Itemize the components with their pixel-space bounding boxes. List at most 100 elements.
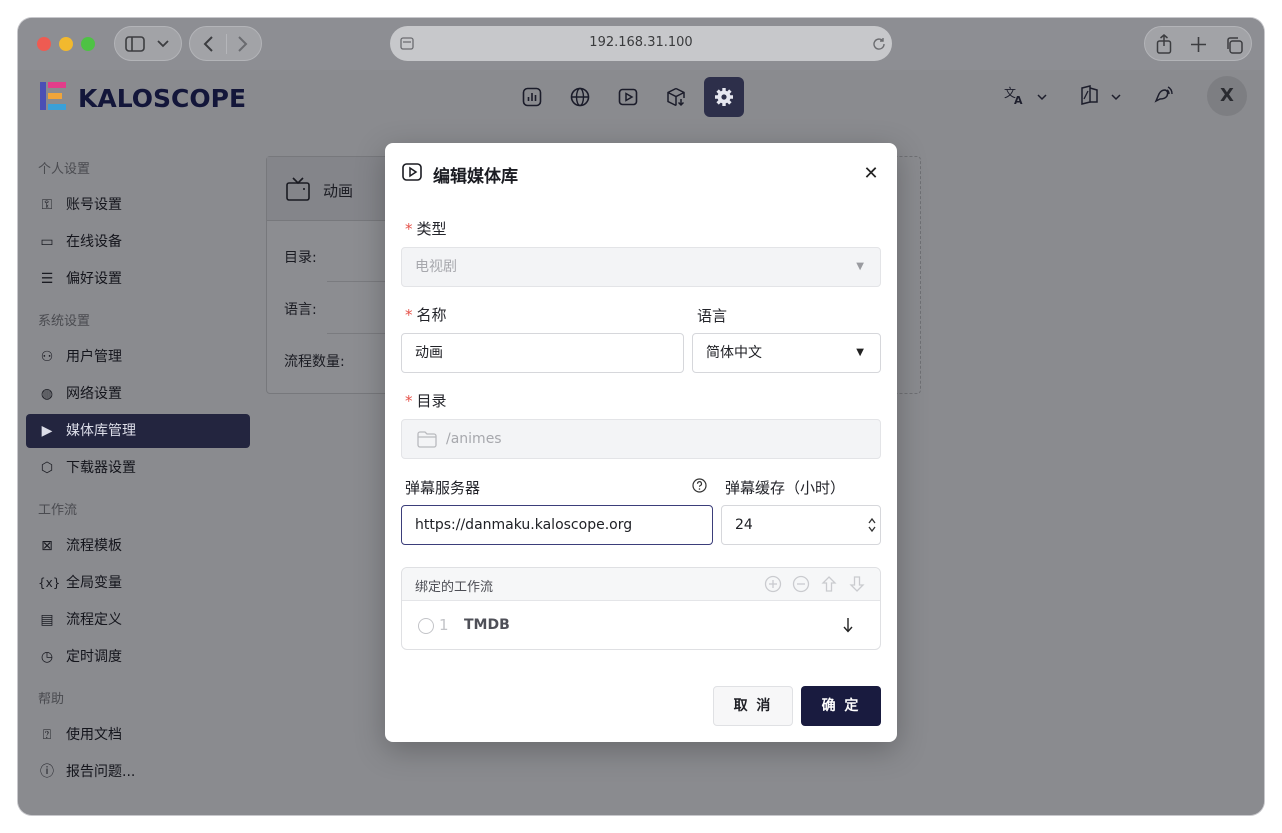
alert-icon: ⓘ bbox=[40, 764, 54, 780]
zoom-window-button[interactable] bbox=[81, 37, 95, 51]
play-icon bbox=[402, 163, 422, 181]
help-circle-icon[interactable] bbox=[692, 478, 707, 493]
user-lock-icon: ⚿ bbox=[41, 197, 53, 213]
play-icon bbox=[618, 88, 638, 106]
flow-icon: ▤ bbox=[40, 612, 54, 628]
danmaku-server-input[interactable]: https://danmaku.kaloscope.org bbox=[401, 505, 713, 545]
sidebar-item-variables[interactable]: {x} 全局变量 bbox=[26, 566, 250, 600]
sidebar-section-workflow: 工作流 bbox=[38, 503, 78, 518]
sidebar-section-personal: 个人设置 bbox=[38, 162, 91, 177]
sidebar-item-templates[interactable]: ⊠ 流程模板 bbox=[26, 529, 250, 563]
sidebar-item-label: 在线设备 bbox=[66, 234, 122, 250]
sidebar-item-network[interactable]: ◍ 网络设置 bbox=[26, 377, 250, 411]
globe-icon bbox=[570, 87, 590, 107]
remove-circle-icon[interactable] bbox=[792, 575, 810, 593]
theme-switch[interactable] bbox=[1078, 85, 1121, 109]
edit-media-library-dialog: 编辑媒体库 ✕ * 类型 电视剧 ▼ * 名称 动画 语言 简体中文 ▼ * 目录 /… bbox=[385, 143, 897, 742]
stepper-icon[interactable] bbox=[867, 517, 877, 533]
danmaku-cache-stepper[interactable]: 24 bbox=[721, 505, 881, 545]
nav-media-button[interactable] bbox=[608, 77, 648, 117]
arrow-down-icon[interactable] bbox=[842, 617, 854, 633]
chevron-down-icon bbox=[1111, 94, 1121, 101]
chevron-down-icon bbox=[1037, 94, 1047, 101]
card-title: 动画 bbox=[323, 182, 354, 200]
card-row-flow-count: 流程数量: bbox=[284, 354, 345, 370]
language-select[interactable]: 简体中文 ▼ bbox=[692, 333, 881, 373]
sidebar-item-docs[interactable]: ⍰ 使用文档 bbox=[26, 718, 250, 752]
danmaku-cache-value: 24 bbox=[735, 517, 753, 533]
sidebar-section-help: 帮助 bbox=[38, 692, 65, 707]
confirm-button[interactable]: 确 定 bbox=[801, 686, 881, 726]
sidebar-item-label: 用户管理 bbox=[66, 349, 122, 365]
nav-network-button[interactable] bbox=[560, 77, 600, 117]
dir-input-value: /animes bbox=[446, 431, 502, 447]
nav-buttons bbox=[189, 26, 262, 61]
nav-downloader-button[interactable] bbox=[656, 77, 696, 117]
notifications-button[interactable] bbox=[1153, 85, 1175, 109]
sidebar-item-flow-definitions[interactable]: ▤ 流程定义 bbox=[26, 603, 250, 637]
danmaku-server-label: 弹幕服务器 bbox=[405, 479, 481, 497]
workflow-radio[interactable] bbox=[418, 618, 434, 634]
sidebar-item-scheduler[interactable]: ◷ 定时调度 bbox=[26, 640, 250, 674]
sidebar-item-label: 媒体库管理 bbox=[66, 423, 136, 439]
move-down-icon[interactable] bbox=[848, 575, 866, 593]
sidebar-item-preferences[interactable]: ☰ 偏好设置 bbox=[26, 262, 250, 296]
share-icon[interactable] bbox=[1156, 34, 1172, 54]
tabs-overview-icon[interactable] bbox=[1225, 36, 1243, 54]
logo-text: KALOSCOPE bbox=[78, 84, 247, 113]
variable-icon: {x} bbox=[38, 576, 61, 590]
address-bar[interactable]: 192.168.31.100 bbox=[390, 26, 892, 61]
bound-workflows-panel: 绑定的工作流 1 TMDB bbox=[401, 567, 881, 650]
devices-icon: ▭ bbox=[40, 234, 54, 250]
add-circle-icon[interactable] bbox=[764, 575, 782, 593]
bound-workflows-title: 绑定的工作流 bbox=[415, 580, 494, 595]
forward-icon[interactable] bbox=[237, 36, 249, 52]
sidebar-item-label: 全局变量 bbox=[66, 575, 122, 591]
name-input-value: 动画 bbox=[415, 345, 443, 361]
globe-icon: ◍ bbox=[40, 386, 54, 402]
minimize-window-button[interactable] bbox=[59, 37, 73, 51]
new-tab-icon[interactable] bbox=[1191, 37, 1206, 52]
reload-icon[interactable] bbox=[872, 37, 886, 51]
gear-icon bbox=[715, 88, 733, 106]
browser-toolbar: 192.168.31.100 bbox=[18, 18, 1264, 70]
name-input[interactable]: 动画 bbox=[401, 333, 684, 373]
cancel-button[interactable]: 取 消 bbox=[713, 686, 793, 726]
close-icon[interactable]: ✕ bbox=[861, 163, 881, 184]
danmaku-server-value: https://danmaku.kaloscope.org bbox=[415, 517, 633, 533]
sidebar-item-media-library[interactable]: ▶ 媒体库管理 bbox=[26, 414, 250, 448]
sidebar-item-devices[interactable]: ▭ 在线设备 bbox=[26, 225, 250, 259]
play-icon: ▶ bbox=[41, 423, 53, 439]
chart-icon bbox=[522, 87, 542, 107]
back-icon[interactable] bbox=[202, 36, 214, 52]
box-download-icon: ⬡ bbox=[40, 460, 54, 476]
type-select-value: 电视剧 bbox=[415, 259, 457, 275]
type-select[interactable]: 电视剧 ▼ bbox=[401, 247, 881, 287]
workflow-name: TMDB bbox=[464, 617, 510, 633]
theme-icon bbox=[1081, 85, 1098, 105]
sidebar-item-label: 流程定义 bbox=[66, 612, 122, 628]
caret-down-icon: ▼ bbox=[856, 347, 864, 358]
box-download-icon bbox=[667, 87, 685, 107]
avatar[interactable]: X bbox=[1207, 76, 1247, 116]
sidebar-item-downloader[interactable]: ⬡ 下载器设置 bbox=[26, 451, 250, 485]
nav-dashboard-button[interactable] bbox=[512, 77, 552, 117]
type-label: * 类型 bbox=[405, 220, 447, 238]
sidebar-item-account[interactable]: ⚿ 账号设置 bbox=[26, 188, 250, 222]
card-row-dir: 目录: bbox=[284, 250, 317, 266]
sidebar-item-label: 偏好设置 bbox=[66, 271, 122, 287]
sidebar-item-users[interactable]: ⚇ 用户管理 bbox=[26, 340, 250, 374]
nav-settings-button[interactable] bbox=[704, 77, 744, 117]
danmaku-cache-label: 弹幕缓存（小时） bbox=[725, 479, 846, 497]
language-switch[interactable]: 文A bbox=[1004, 85, 1047, 109]
folder-icon bbox=[417, 431, 437, 448]
move-up-icon[interactable] bbox=[820, 575, 838, 593]
logo-mark-icon bbox=[40, 82, 66, 110]
dialog-title: 编辑媒体库 bbox=[433, 167, 518, 187]
sidebar-toggle-button[interactable] bbox=[114, 26, 182, 61]
close-window-button[interactable] bbox=[37, 37, 51, 51]
template-icon: ⊠ bbox=[41, 538, 53, 554]
bound-workflows-header: 绑定的工作流 bbox=[402, 568, 880, 601]
sidebar-item-report-issue[interactable]: ⓘ 报告问题... bbox=[26, 755, 250, 789]
dir-input[interactable]: /animes bbox=[401, 419, 881, 459]
